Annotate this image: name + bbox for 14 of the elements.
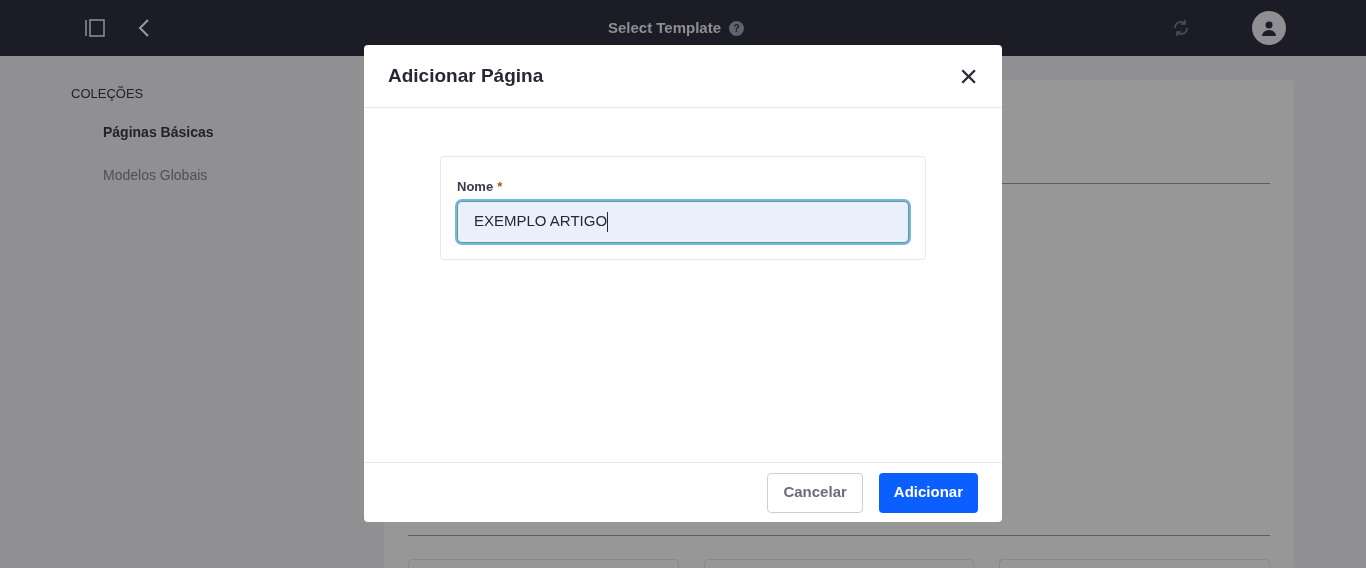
back-icon[interactable] [138, 18, 150, 38]
name-input[interactable]: EXEMPLO ARTIGO [457, 200, 909, 243]
sidebar-heading: COLEÇÕES [71, 85, 145, 103]
sidebar-toggle-icon[interactable] [84, 18, 106, 38]
required-icon: * [497, 177, 503, 197]
cancel-button[interactable]: Cancelar [767, 472, 863, 513]
dialog-title: Adicionar Página [388, 63, 544, 88]
field-label: Nome * [457, 177, 909, 197]
page-title: Select Template [607, 17, 722, 38]
close-button[interactable]: × [959, 60, 978, 92]
add-button[interactable]: Adicionar [878, 472, 978, 513]
refresh-icon[interactable] [1172, 19, 1190, 37]
user-avatar-icon[interactable] [1252, 11, 1286, 45]
help-icon[interactable]: ? [729, 20, 745, 36]
